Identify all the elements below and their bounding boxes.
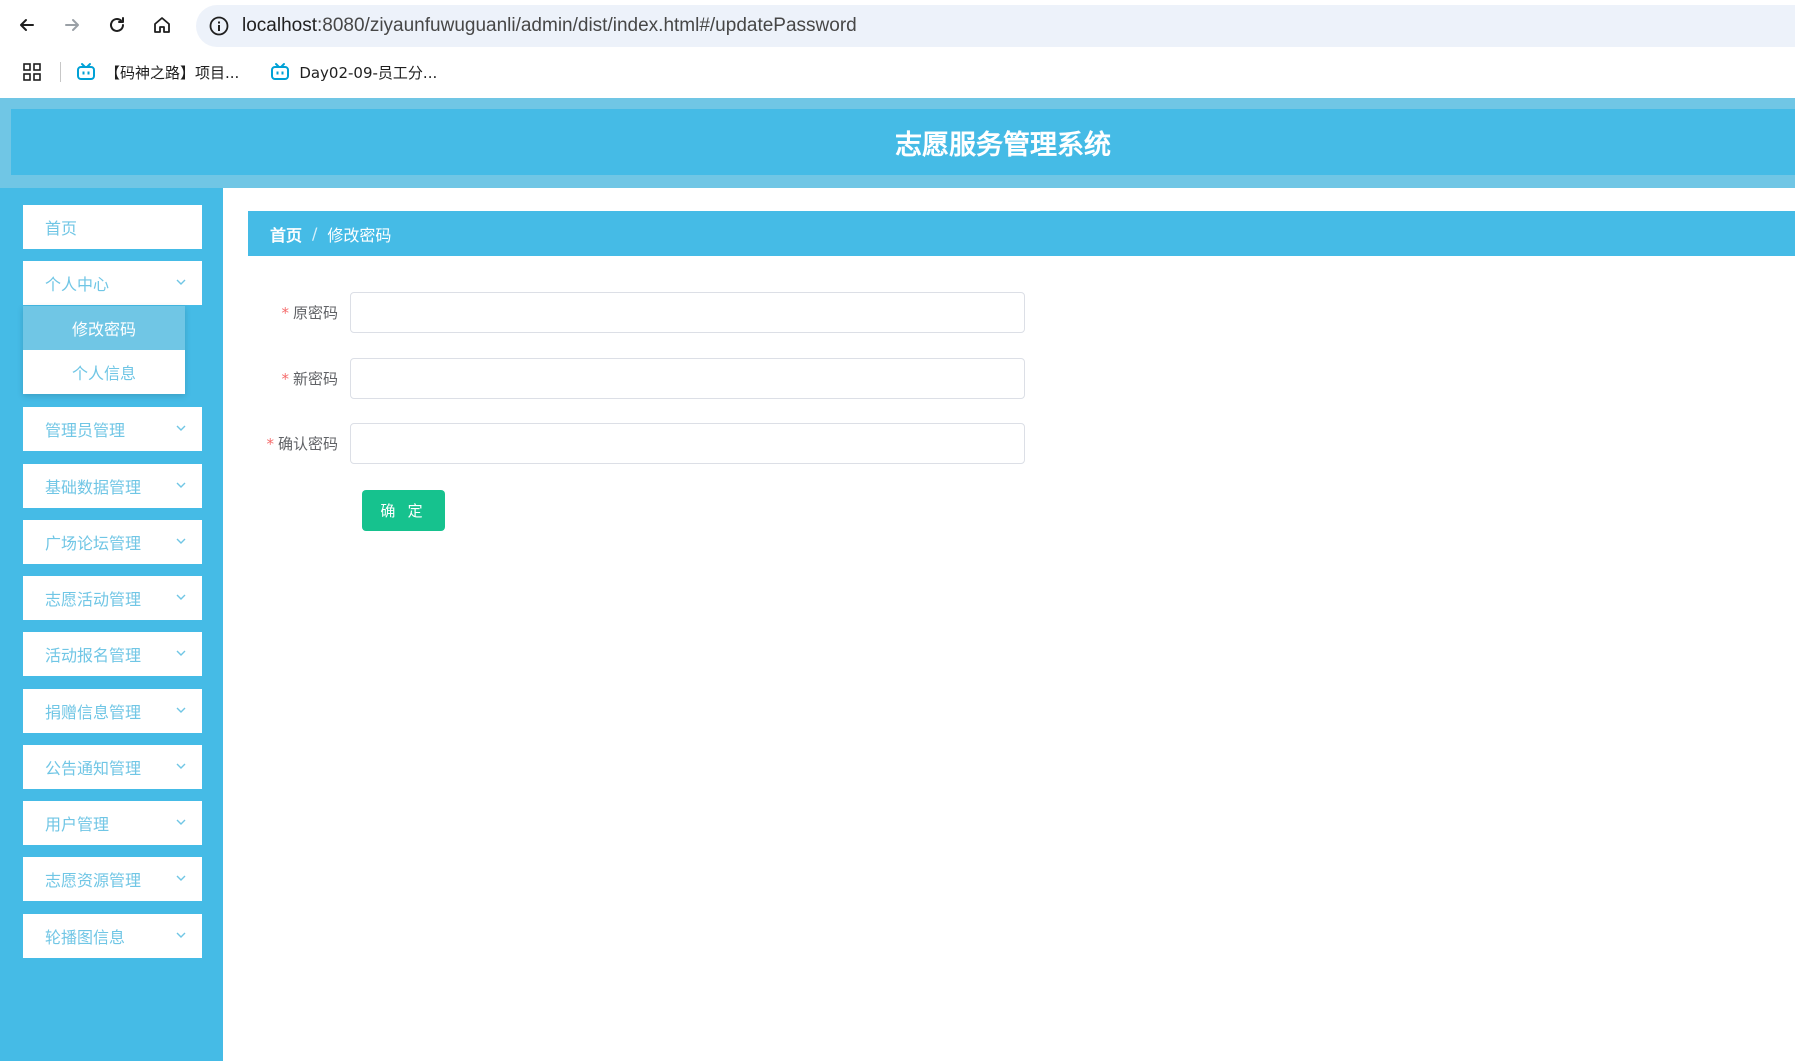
sidebar-item-donation-management[interactable]: 捐赠信息管理 bbox=[23, 689, 202, 733]
url-text[interactable]: localhost:8080/ziyaunfuwuguanli/admin/di… bbox=[242, 15, 857, 37]
confirm-button[interactable]: 确 定 bbox=[362, 490, 445, 531]
confirm-password-label-text: 确认密码 bbox=[277, 434, 338, 453]
sidebar-item-label: 用户管理 bbox=[45, 815, 110, 834]
sidebar-item-label: 首页 bbox=[45, 219, 78, 238]
bookmarks-divider bbox=[60, 62, 61, 82]
sidebar-item-label: 基础数据管理 bbox=[45, 478, 142, 497]
app-header: 志愿服务管理系统 bbox=[11, 109, 1795, 175]
sidebar-item-label: 个人中心 bbox=[45, 275, 110, 294]
old-password-row: * 原密码 bbox=[248, 291, 1038, 333]
personal-center-submenu: 修改密码 个人信息 bbox=[23, 306, 185, 394]
old-password-label-text: 原密码 bbox=[292, 303, 338, 322]
sidebar-item-admin-management[interactable]: 管理员管理 bbox=[23, 407, 202, 451]
new-password-input[interactable] bbox=[350, 357, 1025, 399]
old-password-input[interactable] bbox=[350, 291, 1025, 333]
sidebar-item-home[interactable]: 首页 bbox=[23, 205, 202, 249]
reload-button[interactable] bbox=[102, 10, 132, 40]
confirm-password-label: * 确认密码 bbox=[248, 433, 350, 454]
arrow-left-icon bbox=[20, 19, 34, 31]
bookmark-item[interactable]: Day02-09-员工分... bbox=[269, 56, 437, 88]
sidebar-item-carousel-info[interactable]: 轮播图信息 bbox=[23, 914, 202, 958]
new-password-label-text: 新密码 bbox=[292, 369, 338, 388]
chevron-down-icon bbox=[176, 425, 186, 431]
confirm-password-input[interactable] bbox=[350, 422, 1025, 464]
new-password-label: * 新密码 bbox=[248, 368, 350, 389]
submenu-item-personal-info[interactable]: 个人信息 bbox=[23, 350, 185, 394]
sidebar-item-label: 公告通知管理 bbox=[45, 759, 142, 778]
forward-button[interactable] bbox=[57, 10, 87, 40]
browser-toolbar: localhost:8080/ziyaunfuwuguanli/admin/di… bbox=[0, 0, 1795, 48]
sidebar-item-activity-management[interactable]: 志愿活动管理 bbox=[23, 576, 202, 620]
sidebar-item-base-data-management[interactable]: 基础数据管理 bbox=[23, 464, 202, 508]
home-button[interactable] bbox=[147, 10, 177, 40]
sidebar-item-notice-management[interactable]: 公告通知管理 bbox=[23, 745, 202, 789]
url-host: localhost bbox=[242, 15, 317, 36]
sidebar-item-personal-center[interactable]: 个人中心 bbox=[23, 261, 202, 305]
sidebar-item-label: 志愿活动管理 bbox=[45, 590, 142, 609]
bilibili-icon bbox=[271, 63, 290, 80]
url-path: :8080/ziyaunfuwuguanli/admin/dist/index.… bbox=[317, 15, 857, 36]
sidebar-item-label: 广场论坛管理 bbox=[45, 534, 142, 553]
chevron-down-icon bbox=[176, 932, 186, 938]
chevron-down-icon bbox=[176, 538, 186, 544]
chevron-down-icon bbox=[176, 594, 186, 600]
arrow-right-icon bbox=[65, 19, 79, 31]
required-mark: * bbox=[281, 303, 289, 322]
bookmark-label: 【码神之路】项目... bbox=[105, 63, 240, 82]
sidebar-item-signup-management[interactable]: 活动报名管理 bbox=[23, 632, 202, 676]
home-icon bbox=[154, 17, 170, 33]
sidebar-item-user-management[interactable]: 用户管理 bbox=[23, 801, 202, 845]
chevron-down-icon bbox=[176, 707, 186, 713]
bookmarks-bar: 【码神之路】项目... Day02-09-员工分... bbox=[0, 52, 1795, 92]
sidebar-item-label: 活动报名管理 bbox=[45, 646, 142, 665]
chevron-down-icon bbox=[176, 763, 186, 769]
apps-grid-icon[interactable] bbox=[22, 62, 42, 82]
chevron-down-icon bbox=[176, 875, 186, 881]
back-button[interactable] bbox=[12, 10, 42, 40]
chevron-down-icon bbox=[176, 279, 186, 285]
confirm-password-row: * 确认密码 bbox=[248, 422, 1038, 464]
bookmark-label: Day02-09-员工分... bbox=[299, 63, 438, 82]
chevron-down-icon bbox=[176, 482, 186, 488]
required-mark: * bbox=[281, 369, 289, 388]
info-icon[interactable] bbox=[208, 15, 230, 37]
breadcrumb-separator: / bbox=[312, 224, 318, 243]
sidebar-item-label: 轮播图信息 bbox=[45, 928, 126, 947]
old-password-label: * 原密码 bbox=[248, 302, 350, 323]
required-mark: * bbox=[266, 434, 274, 453]
breadcrumb-home[interactable]: 首页 bbox=[270, 222, 302, 246]
sidebar-item-label: 志愿资源管理 bbox=[45, 871, 142, 890]
breadcrumb-current: 修改密码 bbox=[327, 225, 392, 245]
sidebar-item-label: 管理员管理 bbox=[45, 421, 126, 440]
bilibili-icon bbox=[77, 63, 95, 80]
chevron-down-icon bbox=[176, 650, 186, 656]
sidebar-item-resource-management[interactable]: 志愿资源管理 bbox=[23, 857, 202, 901]
sidebar-item-label: 捐赠信息管理 bbox=[45, 703, 142, 722]
chevron-down-icon bbox=[176, 819, 186, 825]
new-password-row: * 新密码 bbox=[248, 357, 1038, 399]
app-title: 志愿服务管理系统 bbox=[895, 129, 1111, 161]
submenu-item-change-password[interactable]: 修改密码 bbox=[23, 306, 185, 350]
breadcrumb: 首页 / 修改密码 bbox=[248, 211, 1795, 256]
address-bar[interactable]: localhost:8080/ziyaunfuwuguanli/admin/di… bbox=[196, 5, 1795, 47]
app-header-band: 志愿服务管理系统 bbox=[0, 98, 1795, 188]
bookmark-item[interactable]: 【码神之路】项目... bbox=[75, 56, 239, 88]
reload-icon bbox=[110, 17, 124, 32]
sidebar-item-forum-management[interactable]: 广场论坛管理 bbox=[23, 520, 202, 564]
